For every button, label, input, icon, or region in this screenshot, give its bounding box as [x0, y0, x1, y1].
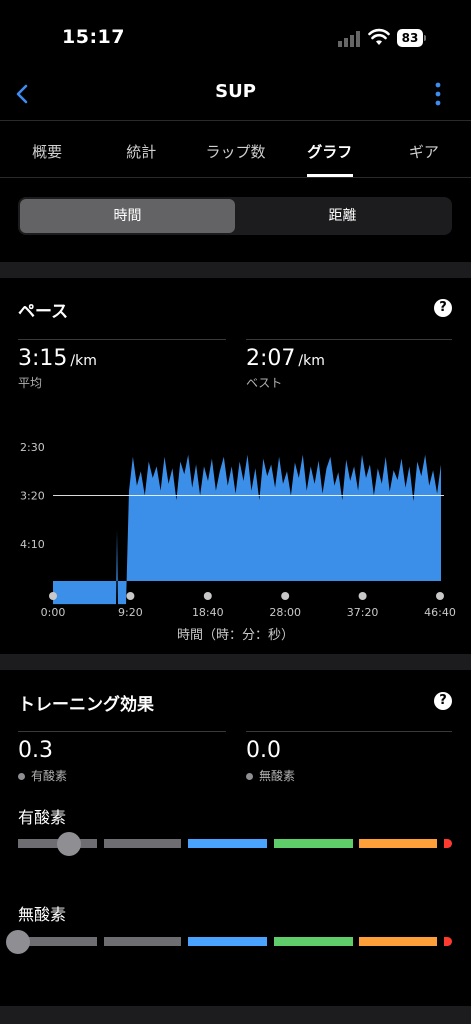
effect-level-knob [57, 832, 82, 856]
aerobic-value-label: 有酸素 [18, 767, 67, 784]
y-tick-label: 2:30 [20, 441, 45, 454]
page-title: SUP [215, 81, 256, 102]
anaerobic-effect-bar [6, 922, 454, 962]
battery-level: 83 [397, 29, 423, 47]
x-tick-label: 9:20 [118, 606, 143, 619]
training-anaerobic-divider [246, 731, 452, 732]
pace-help-icon[interactable]: ? [434, 299, 452, 317]
section-divider-2 [0, 654, 471, 670]
aerobic-label-text: 有酸素 [31, 769, 68, 783]
x-tick-marker [436, 592, 444, 600]
effect-segment [444, 839, 452, 848]
pace-best-label: ベスト [246, 376, 283, 390]
training-effect-title: トレーニング効果 [18, 695, 154, 715]
x-tick-label: 28:00 [269, 606, 301, 619]
training-help-icon[interactable]: ? [434, 692, 452, 710]
x-tick-marker [281, 592, 290, 600]
battery-icon: 83 [397, 29, 427, 47]
training-aerobic-divider [18, 731, 226, 732]
nav-bar: SUP [0, 72, 471, 116]
pace-area-series [53, 454, 441, 605]
effect-segment [104, 839, 181, 848]
anaerobic-dot-icon [246, 773, 253, 780]
status-bar: 15:17 83 [0, 0, 471, 76]
effect-segment [188, 839, 267, 848]
effect-segment [274, 839, 353, 848]
x-tick-marker [49, 592, 57, 600]
pace-chart: 2:30 3:20 4:10 0:00 9:20 18:40 28:00 37:20 46:4… [20, 441, 456, 619]
wifi-icon [368, 28, 390, 45]
tab-overview[interactable]: 概要 [0, 121, 94, 177]
effect-segment [444, 937, 452, 946]
x-tick-label: 0:00 [41, 606, 66, 619]
aerobic-value: 0.3 [18, 738, 53, 763]
aerobic-dot-icon [18, 773, 25, 780]
effect-segment [359, 839, 437, 848]
pace-title: ペース [18, 302, 69, 322]
tab-laps[interactable]: ラップ数 [188, 121, 282, 177]
pace-avg-unit: /km [70, 353, 97, 369]
pace-best-unit: /km [298, 353, 325, 369]
anaerobic-label-text: 無酸素 [259, 769, 296, 783]
effect-segment [274, 937, 353, 946]
cellular-signal-icon [338, 31, 360, 47]
y-tick-label: 4:10 [20, 538, 45, 551]
x-tick-marker [358, 592, 367, 600]
x-tick-marker [203, 592, 212, 600]
tab-stats[interactable]: 統計 [94, 121, 188, 177]
tab-gear[interactable]: ギア [377, 121, 471, 177]
pace-avg-divider [18, 339, 226, 340]
tab-bar: 概要 統計 ラップ数 グラフ ギア [0, 120, 471, 178]
pace-best-number: 2:07 [246, 346, 296, 371]
x-tick-label: 46:40 [424, 606, 456, 619]
tab-graph[interactable]: グラフ [283, 121, 377, 177]
aerobic-effect-bar [18, 824, 454, 864]
effect-segment [359, 937, 437, 946]
anaerobic-value: 0.0 [246, 738, 281, 763]
x-tick-label: 18:40 [192, 606, 224, 619]
pace-best-value: 2:07/km [246, 346, 325, 371]
status-time: 15:17 [62, 26, 125, 48]
effect-segment [188, 937, 267, 946]
pace-best-divider [246, 339, 452, 340]
section-divider [0, 262, 471, 278]
section-divider-3 [0, 1006, 471, 1024]
y-tick-label: 3:20 [20, 490, 45, 503]
more-vertical-icon[interactable] [428, 80, 448, 108]
pace-avg-label: 平均 [18, 376, 43, 390]
x-tick-marker [126, 592, 135, 600]
segment-distance[interactable]: 距離 [235, 199, 450, 233]
pace-avg-value: 3:15/km [18, 346, 97, 371]
time-distance-segment: 時間 距離 [18, 197, 452, 235]
anaerobic-value-label: 無酸素 [246, 767, 295, 784]
pace-avg-number: 3:15 [18, 346, 68, 371]
effect-level-knob [6, 930, 30, 954]
x-tick-label: 37:20 [347, 606, 379, 619]
chart-x-axis-label: 時間（時：分：秒） [176, 628, 294, 643]
segment-time[interactable]: 時間 [20, 199, 235, 233]
effect-segment [104, 937, 181, 946]
